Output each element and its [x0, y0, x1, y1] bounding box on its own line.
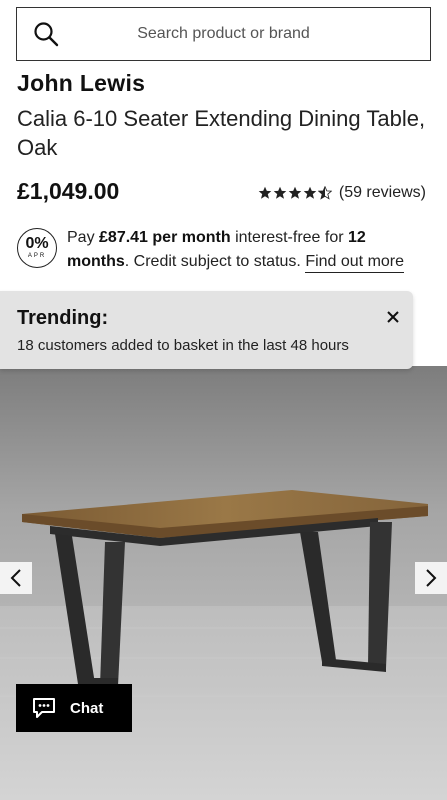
product-image-gallery[interactable] [0, 366, 447, 800]
search-input[interactable] [17, 25, 430, 43]
star-icon [303, 186, 317, 199]
search-bar[interactable] [16, 7, 431, 61]
apr-label: APR [27, 253, 47, 259]
star-icon [288, 186, 302, 199]
product-image [0, 366, 447, 800]
search-icon[interactable] [33, 21, 59, 47]
next-image-button[interactable] [415, 562, 447, 594]
trending-heading: Trending: [17, 307, 109, 329]
finance-pay-text: Pay [67, 229, 100, 246]
product-price: £1,049.00 [17, 178, 120, 204]
trending-message: 18 customers added to basket in the last… [17, 337, 349, 354]
star-icon [258, 186, 272, 199]
brand-name[interactable]: John Lewis [17, 70, 145, 97]
trending-banner: Trending: 18 customers added to basket i… [0, 291, 413, 369]
chat-label: Chat [70, 699, 104, 717]
find-out-more-link[interactable]: Find out more [305, 253, 405, 273]
star-icon [273, 186, 287, 199]
finance-interest-text: interest-free for [230, 229, 348, 246]
chat-bubble-icon [33, 698, 55, 718]
reviews-count-link[interactable]: (59 reviews) [339, 184, 426, 202]
apr-badge: 0% APR [17, 228, 57, 268]
chevron-left-icon [10, 569, 21, 587]
apr-percent: 0% [25, 235, 49, 252]
previous-image-button[interactable] [0, 562, 32, 594]
chat-button[interactable]: Chat [16, 684, 132, 732]
half-star-icon [317, 186, 332, 200]
finance-offer: Pay £87.41 per month interest-free for 1… [67, 226, 427, 274]
close-icon[interactable] [385, 309, 401, 325]
chevron-right-icon [426, 569, 437, 587]
finance-monthly: £87.41 per month [99, 229, 231, 246]
finance-status-text: . Credit subject to status. [124, 253, 306, 270]
product-title: Calia 6-10 Seater Extending Dining Table… [17, 106, 426, 160]
rating-stars [258, 186, 333, 200]
rating-summary[interactable]: (59 reviews) [258, 184, 426, 202]
